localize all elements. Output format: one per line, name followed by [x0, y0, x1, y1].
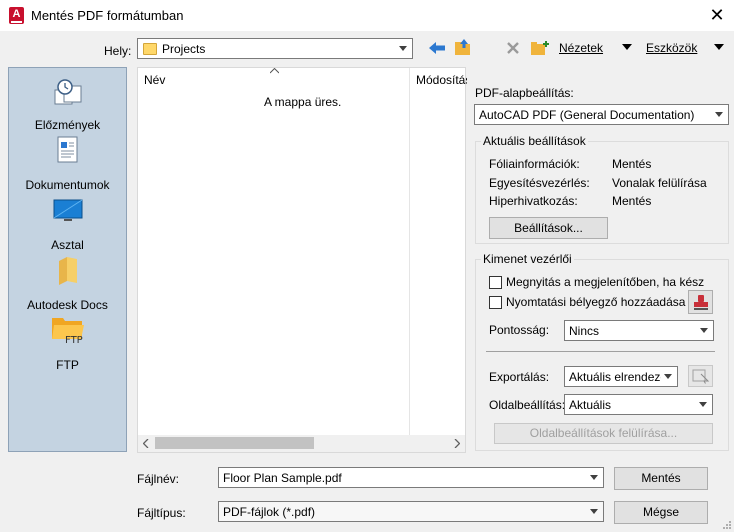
hyperlinks-label: Hiperhivatkozás:: [489, 194, 578, 208]
chevron-down-icon[interactable]: [587, 468, 601, 487]
column-separator: [409, 68, 410, 438]
export-value: Aktuális elrendezés: [569, 370, 661, 384]
column-header-name[interactable]: Név: [144, 73, 165, 87]
chevron-down-icon: [712, 105, 726, 124]
up-one-level-icon[interactable]: [453, 38, 473, 57]
select-layouts-button[interactable]: [688, 365, 713, 387]
layer-info-label: Fóliainformációk:: [489, 157, 580, 171]
chevron-down-icon: [396, 39, 410, 58]
filename-combobox[interactable]: Floor Plan Sample.pdf: [218, 467, 604, 488]
empty-folder-message: A mappa üres.: [264, 95, 342, 109]
page-setup-dropdown[interactable]: Aktuális: [564, 394, 713, 415]
views-dropdown-arrow-icon[interactable]: [622, 44, 632, 50]
precision-dropdown[interactable]: Nincs: [564, 320, 714, 341]
filetype-label: Fájltípus:: [137, 506, 186, 520]
save-button[interactable]: Mentés: [614, 467, 708, 490]
place-history[interactable]: Előzmények: [9, 74, 126, 132]
plot-stamp-settings-button[interactable]: [688, 290, 713, 314]
column-header-modified[interactable]: Módosítás: [416, 73, 467, 87]
desktop-icon: [53, 199, 83, 221]
file-list[interactable]: Név Módosítás A mappa üres.: [137, 67, 467, 453]
history-icon: [54, 79, 82, 105]
location-dropdown[interactable]: Projects: [137, 38, 413, 59]
current-settings-title: Aktuális beállítások: [481, 134, 588, 148]
scroll-right-icon[interactable]: [454, 439, 460, 448]
autocad-app-icon: A: [9, 7, 24, 24]
location-label: Hely:: [104, 44, 132, 58]
scrollbar-thumb[interactable]: [155, 437, 314, 449]
page-setup-label: Oldalbeállítás:: [489, 398, 566, 412]
place-desktop[interactable]: Asztal: [9, 194, 126, 252]
places-bar: Előzmények Dokumentumok Asztal Autodesk …: [8, 67, 127, 452]
output-controls-title: Kimenet vezérlői: [481, 252, 574, 266]
cancel-button[interactable]: Mégse: [614, 501, 708, 524]
place-documents[interactable]: Dokumentumok: [9, 134, 126, 192]
place-label: FTP: [56, 358, 79, 372]
options-button[interactable]: Beállítások...: [489, 217, 608, 239]
chevron-down-icon: [661, 367, 675, 386]
place-ftp[interactable]: FTP FTP: [9, 314, 126, 372]
create-new-folder-icon[interactable]: [529, 38, 549, 57]
tools-menu-button[interactable]: Eszközök: [646, 41, 697, 55]
chevron-down-icon: [696, 395, 710, 414]
place-label: Autodesk Docs: [27, 298, 108, 312]
place-label: Dokumentumok: [25, 178, 110, 192]
scroll-left-icon[interactable]: [143, 439, 149, 448]
pdf-preset-dropdown[interactable]: AutoCAD PDF (General Documentation): [474, 104, 729, 125]
sort-ascending-icon: [270, 68, 279, 74]
layer-info-value: Mentés: [612, 157, 652, 171]
resize-grip-icon[interactable]: [721, 519, 732, 530]
window-title: Mentés PDF formátumban: [31, 8, 184, 23]
add-plot-stamp-checkbox[interactable]: [489, 296, 502, 309]
open-in-viewer-checkbox[interactable]: [489, 276, 502, 289]
place-label: Előzmények: [34, 118, 101, 132]
divider: [486, 351, 715, 352]
filetype-dropdown[interactable]: PDF-fájlok (*.pdf): [218, 501, 604, 522]
chevron-down-icon: [697, 321, 711, 340]
merge-control-label: Egyesítésvezérlés:: [489, 176, 590, 190]
precision-label: Pontosság:: [489, 323, 550, 337]
views-menu-button[interactable]: Nézetek: [559, 41, 603, 55]
filetype-value: PDF-fájlok (*.pdf): [223, 505, 316, 519]
page-setup-override-button[interactable]: Oldalbeállítások felülírása...: [494, 423, 713, 444]
filename-value[interactable]: Floor Plan Sample.pdf: [223, 471, 342, 485]
folder-icon: [143, 43, 157, 55]
horizontal-scrollbar[interactable]: [138, 435, 465, 452]
add-plot-stamp-label[interactable]: Nyomtatási bélyegző hozzáadása: [506, 295, 685, 309]
chevron-down-icon: [587, 502, 601, 521]
select-layouts-icon: [692, 369, 710, 384]
export-label: Exportálás:: [489, 370, 550, 384]
close-icon[interactable]: ✕: [705, 4, 729, 26]
svg-text:FTP: FTP: [65, 335, 83, 344]
open-in-viewer-label[interactable]: Megnyitás a megjelenítőben, ha kész: [506, 275, 704, 289]
place-autodesk-docs[interactable]: Autodesk Docs: [9, 254, 126, 312]
page-setup-value: Aktuális: [569, 398, 612, 412]
documents-icon: [57, 136, 78, 163]
stamp-icon: [694, 295, 708, 310]
precision-value: Nincs: [569, 324, 600, 338]
pdf-preset-value: AutoCAD PDF (General Documentation): [479, 108, 695, 122]
merge-control-value: Vonalak felülírása: [612, 176, 707, 190]
location-value: Projects: [162, 42, 206, 56]
place-label: Asztal: [51, 238, 84, 252]
delete-icon[interactable]: [505, 40, 521, 56]
autodesk-docs-folder-icon: [59, 257, 77, 285]
filename-label: Fájlnév:: [137, 472, 180, 486]
pdf-preset-label: PDF-alapbeállítás:: [475, 86, 574, 100]
ftp-folder-icon: FTP: [52, 318, 84, 344]
tools-dropdown-arrow-icon[interactable]: [714, 44, 724, 50]
back-arrow-icon[interactable]: [428, 40, 446, 56]
hyperlinks-value: Mentés: [612, 194, 652, 208]
export-dropdown[interactable]: Aktuális elrendezés: [564, 366, 678, 387]
